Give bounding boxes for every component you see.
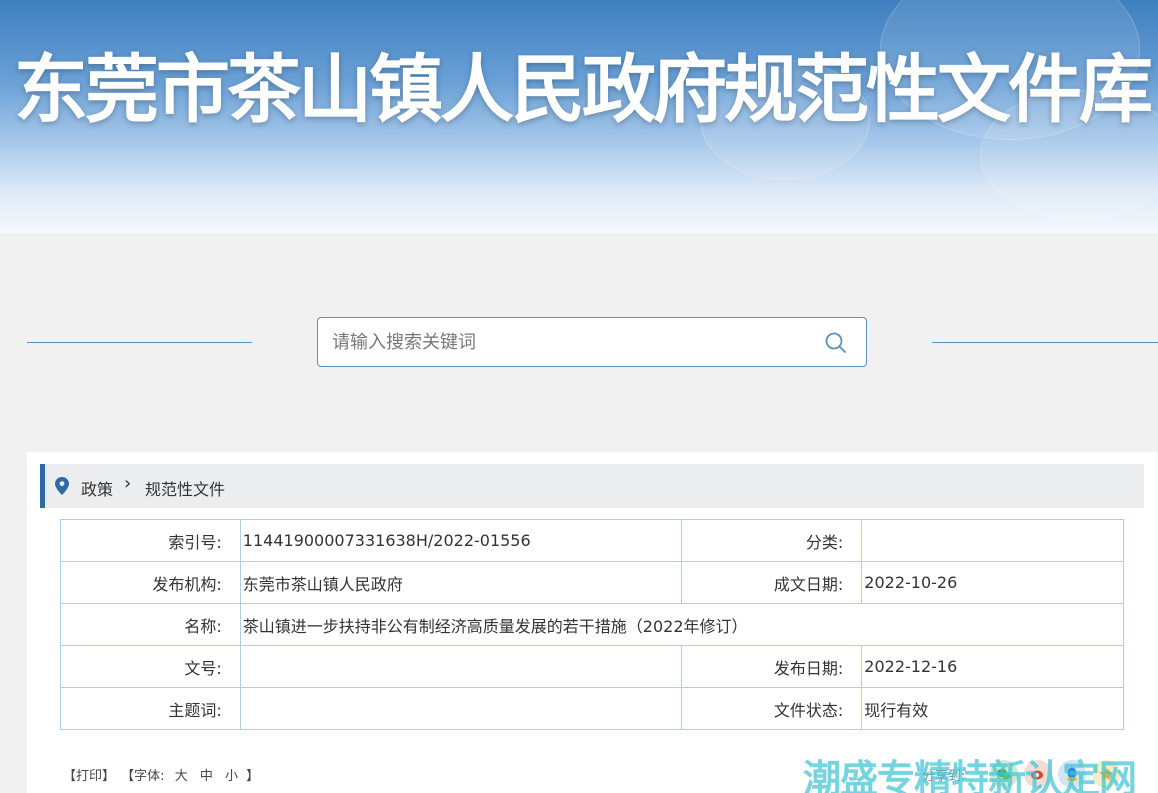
watermark: 潮盛专精特新认定网 <box>803 757 1137 793</box>
document-panel: 政策 › 规范性文件 索引号: 11441900007331638H/2022-… <box>27 452 1157 793</box>
category-label: 分类: <box>681 519 863 562</box>
publish-date-label: 发布日期: <box>681 645 863 688</box>
table-row: 名称: 茶山镇进一步扶持非公有制经济高质量发展的若干措施（2022年修订） <box>60 603 1125 646</box>
table-row: 文号: 发布日期: 2022-12-16 <box>60 645 1124 688</box>
site-title: 东莞市茶山镇人民政府规范性文件库 <box>14 47 1153 133</box>
font-small-button[interactable]: 小 <box>225 769 238 784</box>
publish-date-value: 2022-12-16 <box>861 645 1124 688</box>
status-label: 文件状态: <box>681 687 863 730</box>
table-row: 主题词: 文件状态: 现行有效 <box>60 687 1124 730</box>
print-button[interactable]: 【打印】 <box>63 769 115 784</box>
name-value: 茶山镇进一步扶持非公有制经济高质量发展的若干措施（2022年修订） <box>239 603 1125 646</box>
index-value: 11441900007331638H/2022-01556 <box>239 519 683 562</box>
breadcrumb-item-normative-docs[interactable]: 规范性文件 <box>145 476 225 500</box>
written-date-label: 成文日期: <box>681 561 863 604</box>
document-info-table: 索引号: 11441900007331638H/2022-01556 分类: 发… <box>60 519 1125 730</box>
font-size-suffix: 】 <box>246 769 260 784</box>
category-value <box>861 519 1124 562</box>
location-pin-icon <box>55 477 69 495</box>
table-row: 发布机构: 东莞市茶山镇人民政府 成文日期: 2022-10-26 <box>60 561 1124 604</box>
header-banner: 东莞市茶山镇人民政府规范性文件库 <box>0 0 1158 233</box>
status-value: 现行有效 <box>861 687 1124 730</box>
search-divider-right <box>932 342 1158 343</box>
name-label: 名称: <box>60 603 241 646</box>
doc-number-value <box>239 645 683 688</box>
written-date-value: 2022-10-26 <box>861 561 1124 604</box>
search-divider-left <box>27 342 252 343</box>
table-row: 索引号: 11441900007331638H/2022-01556 分类: <box>60 519 1124 562</box>
search-input[interactable] <box>332 326 802 358</box>
search-icon[interactable] <box>824 331 848 355</box>
search-box <box>317 317 867 367</box>
breadcrumb-item-policy[interactable]: 政策 <box>81 476 113 500</box>
page-tools: 【打印】 【字体: 大 中 小 】 <box>63 765 261 784</box>
font-size-prefix: 【字体: <box>121 769 165 784</box>
doc-number-label: 文号: <box>60 645 241 688</box>
publisher-label: 发布机构: <box>60 561 241 604</box>
chevron-right-icon: › <box>124 473 132 494</box>
index-label: 索引号: <box>60 519 241 562</box>
publisher-value: 东莞市茶山镇人民政府 <box>239 561 683 604</box>
subject-value <box>239 687 683 730</box>
subject-label: 主题词: <box>60 687 241 730</box>
breadcrumb: 政策 › 规范性文件 <box>40 464 1144 508</box>
font-medium-button[interactable]: 中 <box>200 769 213 784</box>
font-large-button[interactable]: 大 <box>175 769 188 784</box>
